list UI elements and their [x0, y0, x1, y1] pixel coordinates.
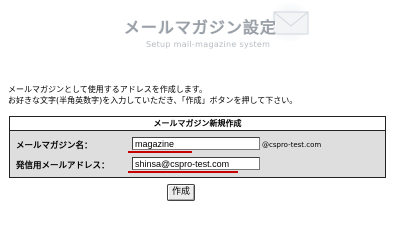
intro-line-1: メールマガジンとして使用するアドレスを作成します。: [8, 85, 207, 94]
sender-address-input[interactable]: [132, 157, 260, 170]
page-subtitle: Setup mail-magazine system: [146, 40, 271, 49]
intro-line-2: お好きな文字(半角英数字)を入力していただき、「作成」ボタンを押して下さい。: [8, 96, 298, 105]
sender-address-underline: [128, 171, 238, 173]
magazine-name-input[interactable]: [132, 137, 260, 150]
domain-suffix: @cspro-test.com: [262, 141, 322, 149]
magazine-name-label: メールマガジン名：: [16, 141, 93, 151]
sender-address-label: 発信用メールアドレス：: [16, 161, 110, 171]
panel-title: メールマガジン新規作成: [10, 117, 385, 131]
create-button[interactable]: 作成: [167, 184, 195, 201]
page-header: メールマガジン設定 Setup mail-magazine system: [0, 0, 394, 62]
intro-text: メールマガジンとして使用するアドレスを作成します。 お好きな文字(半角英数字)を…: [8, 84, 388, 106]
create-magazine-panel: メールマガジン新規作成 メールマガジン名： @cspro-test.com 発信…: [9, 116, 386, 178]
page-title: メールマガジン設定: [124, 18, 278, 37]
magazine-name-underline: [128, 151, 192, 153]
